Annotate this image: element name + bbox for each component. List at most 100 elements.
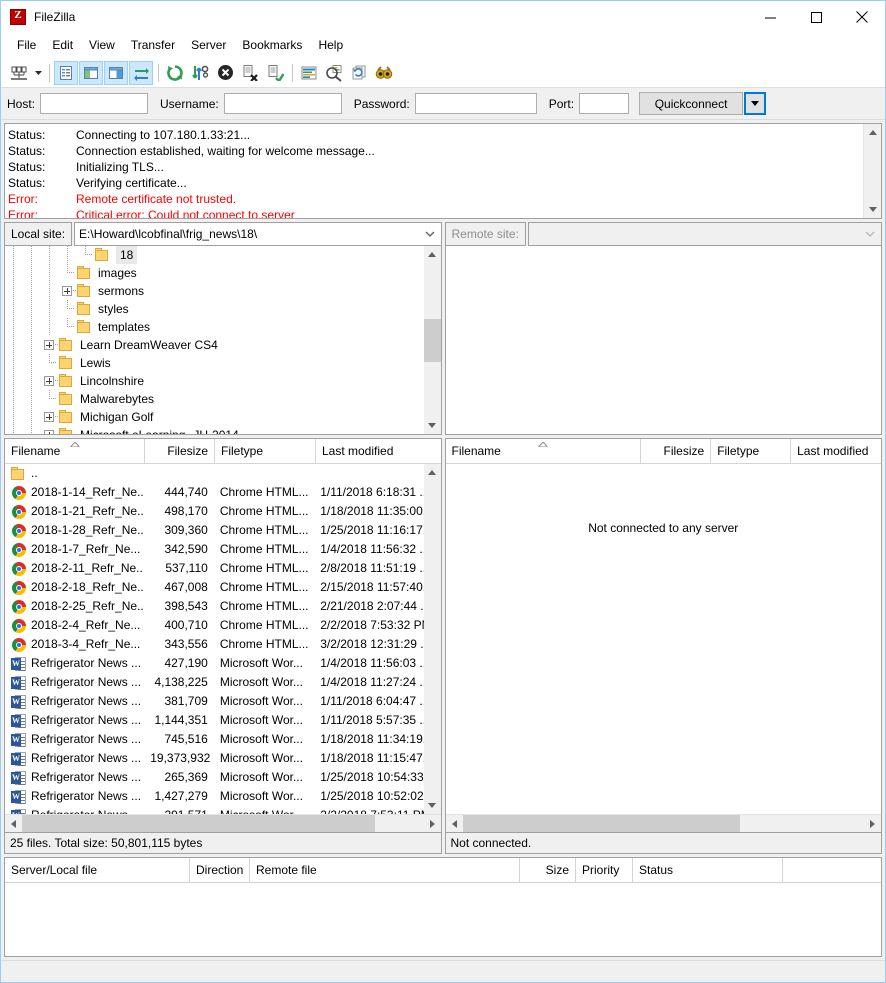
file-row[interactable]: W Refrigerator News ... 1,427,279 Micros… [5, 787, 424, 806]
local-file-list-body[interactable]: .. 2018-1-14_Refr_Ne... 444,740 Chrome H… [5, 464, 441, 814]
scroll-up-icon[interactable] [864, 124, 881, 141]
toggle-local-tree-icon[interactable] [79, 60, 103, 85]
scroll-up-icon[interactable] [424, 246, 441, 263]
local-file-list-scrollbar[interactable] [423, 464, 441, 814]
file-row[interactable]: W Refrigerator News ... 19,373,932 Micro… [5, 749, 424, 768]
column-header-filename[interactable]: Filename [446, 439, 642, 463]
file-row[interactable]: W Refrigerator News ... 381,709 Microsof… [5, 692, 424, 711]
message-log-scrollbar[interactable] [863, 124, 881, 218]
file-row[interactable]: 2018-1-14_Refr_Ne... 444,740 Chrome HTML… [5, 483, 424, 502]
column-header-server-local-file[interactable]: Server/Local file [5, 858, 190, 882]
scroll-down-icon[interactable] [864, 201, 881, 218]
menu-transfer[interactable]: Transfer [123, 35, 183, 56]
file-row[interactable]: 2018-3-4_Refr_Ne... 343,556 Chrome HTML.… [5, 635, 424, 654]
close-icon[interactable] [839, 1, 885, 33]
tree-expander-plus-icon[interactable] [59, 282, 77, 300]
maximize-icon[interactable] [793, 1, 839, 33]
queue-body[interactable] [5, 883, 881, 956]
hscroll-track[interactable] [22, 815, 424, 832]
menu-server[interactable]: Server [183, 35, 234, 56]
filter-icon[interactable] [297, 61, 321, 85]
tree-expander-plus-icon[interactable] [41, 408, 59, 426]
hscroll-track[interactable] [462, 815, 865, 832]
file-row[interactable]: 2018-2-4_Refr_Ne... 400,710 Chrome HTML.… [5, 616, 424, 635]
minimize-icon[interactable] [747, 1, 793, 33]
tree-item-18[interactable]: 18 [5, 246, 424, 264]
username-input[interactable] [223, 93, 342, 114]
tree-item-michigan-golf[interactable]: Michigan Golf [5, 408, 424, 426]
column-header-direction[interactable]: Direction [190, 858, 250, 882]
column-header-status[interactable]: Status [633, 858, 783, 882]
column-header-filesize[interactable]: Filesize [145, 439, 215, 463]
column-header-last-modified[interactable]: Last modified [316, 439, 426, 463]
file-row[interactable]: 2018-1-21_Refr_Ne... 498,170 Chrome HTML… [5, 502, 424, 521]
refresh-icon[interactable] [163, 61, 187, 85]
file-row[interactable]: 2018-2-11_Refr_Ne... 537,110 Chrome HTML… [5, 559, 424, 578]
file-row[interactable]: 2018-1-28_Refr_Ne... 309,360 Chrome HTML… [5, 521, 424, 540]
column-header-filesize[interactable]: Filesize [641, 439, 712, 463]
scroll-down-icon[interactable] [424, 417, 441, 434]
synchronized-browsing-icon[interactable] [347, 61, 371, 85]
scroll-left-icon[interactable] [446, 815, 463, 832]
scrollbar-thumb[interactable] [22, 815, 376, 832]
local-directory-tree[interactable]: 18 images sermons styles templates Learn… [4, 246, 442, 435]
menu-help[interactable]: Help [310, 35, 351, 56]
file-row[interactable]: W Refrigerator News ... 265,369 Microsof… [5, 768, 424, 787]
port-input[interactable] [579, 93, 630, 114]
compare-directories-icon[interactable] [322, 61, 346, 85]
column-header-size[interactable]: Size [520, 858, 576, 882]
remote-file-list-hscrollbar[interactable] [445, 814, 881, 832]
password-input[interactable] [414, 93, 537, 114]
scroll-right-icon[interactable] [864, 815, 881, 832]
file-row[interactable]: W Refrigerator News ... 291,571 Microsof… [5, 806, 424, 814]
tree-item-styles[interactable]: styles [5, 300, 424, 318]
column-header-priority[interactable]: Priority [576, 858, 633, 882]
column-header-last-modified[interactable]: Last modified [791, 439, 881, 463]
column-header-remote-file[interactable]: Remote file [250, 858, 520, 882]
toggle-remote-tree-icon[interactable] [104, 60, 128, 85]
quickconnect-dropdown-icon[interactable] [744, 92, 767, 115]
file-row[interactable]: 2018-1-7_Refr_Ne... 342,590 Chrome HTML.… [5, 540, 424, 559]
site-manager-dropdown-icon[interactable] [32, 61, 45, 85]
tree-item-malwarebytes[interactable]: Malwarebytes [5, 390, 424, 408]
file-row[interactable]: W Refrigerator News ... 745,516 Microsof… [5, 730, 424, 749]
column-header-filetype[interactable]: Filetype [711, 439, 792, 463]
remote-file-list[interactable]: Filename Filesize Filetype Last modified [444, 438, 882, 833]
tree-item-templates[interactable]: templates [5, 318, 424, 336]
tree-item-sermons[interactable]: sermons [5, 282, 424, 300]
file-row-parent[interactable]: .. [5, 464, 424, 483]
file-row[interactable]: W Refrigerator News ... 4,138,225 Micros… [5, 673, 424, 692]
local-file-list-hscrollbar[interactable] [5, 814, 441, 832]
tree-expander-plus-icon[interactable] [41, 372, 59, 390]
local-file-list[interactable]: Filename Filesize Filetype Last modified [4, 438, 442, 833]
chevron-down-icon[interactable] [425, 223, 435, 245]
menu-edit[interactable]: Edit [44, 35, 81, 56]
file-row[interactable]: 2018-2-18_Refr_Ne... 467,008 Chrome HTML… [5, 578, 424, 597]
scroll-left-icon[interactable] [5, 815, 22, 832]
tree-item-lincolnshire[interactable]: Lincolnshire [5, 372, 424, 390]
scroll-right-icon[interactable] [424, 815, 441, 832]
tree-item-lewis[interactable]: Lewis [5, 354, 424, 372]
tree-item-learn-dreamweaver-cs4[interactable]: Learn DreamWeaver CS4 [5, 336, 424, 354]
menu-view[interactable]: View [81, 35, 123, 56]
menu-bookmarks[interactable]: Bookmarks [234, 35, 310, 56]
column-header-filetype[interactable]: Filetype [215, 439, 316, 463]
remote-site-path-combo[interactable] [527, 222, 882, 246]
menu-file[interactable]: File [9, 35, 44, 56]
disconnect-icon[interactable] [238, 61, 262, 85]
scrollbar-thumb[interactable] [423, 319, 441, 362]
reconnect-icon[interactable] [263, 61, 287, 85]
toggle-message-log-icon[interactable] [54, 60, 78, 85]
process-queue-icon[interactable] [188, 61, 212, 85]
file-row[interactable]: W Refrigerator News ... 1,144,351 Micros… [5, 711, 424, 730]
quickconnect-button[interactable]: Quickconnect [639, 92, 744, 115]
find-files-icon[interactable] [372, 61, 396, 85]
toggle-transfer-queue-icon[interactable] [129, 60, 153, 85]
host-input[interactable] [40, 93, 149, 114]
remote-directory-tree[interactable] [444, 246, 882, 435]
local-tree-scrollbar[interactable] [423, 246, 441, 434]
column-header-filename[interactable]: Filename [5, 439, 145, 463]
transfer-queue[interactable]: Server/Local file Direction Remote file … [4, 857, 882, 957]
tree-item-images[interactable]: images [5, 264, 424, 282]
file-row[interactable]: 2018-2-25_Refr_Ne... 398,543 Chrome HTML… [5, 597, 424, 616]
